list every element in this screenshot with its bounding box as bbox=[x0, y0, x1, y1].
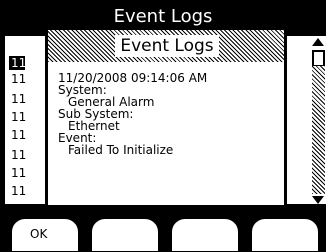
event-logs-screen: Event Logs 11 11 11 11 11 11 11 11 Event… bbox=[0, 0, 326, 252]
scrollbar[interactable] bbox=[311, 36, 326, 204]
ok-softkey[interactable]: OK bbox=[11, 218, 79, 252]
screen-title: Event Logs bbox=[113, 6, 213, 26]
dialog-header: Event Logs bbox=[48, 30, 284, 62]
scroll-track[interactable] bbox=[312, 66, 325, 194]
softkey-bar: OK bbox=[0, 218, 326, 252]
softkey-2[interactable] bbox=[91, 218, 159, 252]
dialog-title: Event Logs bbox=[115, 35, 219, 57]
softkey-3[interactable] bbox=[171, 218, 239, 252]
scroll-down-arrow-icon[interactable] bbox=[312, 196, 324, 204]
softkey-4[interactable] bbox=[251, 218, 319, 252]
scroll-up-arrow-icon[interactable] bbox=[312, 38, 324, 46]
scroll-thumb[interactable] bbox=[312, 50, 325, 67]
dialog-body: 11/20/2008 09:14:06 AM System: General A… bbox=[58, 72, 278, 156]
event-value: Failed To Initialize bbox=[68, 143, 174, 157]
list-item[interactable]: 11 bbox=[9, 56, 26, 70]
event-detail-dialog: Event Logs 11/20/2008 09:14:06 AM System… bbox=[45, 27, 287, 208]
